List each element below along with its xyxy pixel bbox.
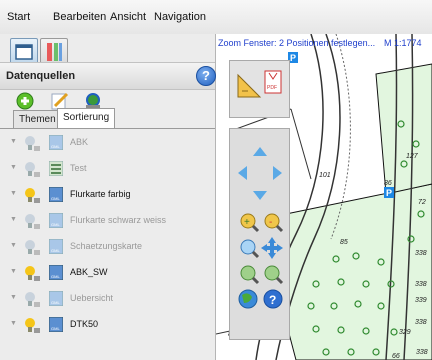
expand-icon[interactable]: ▼ (10, 164, 17, 171)
layer-row[interactable]: ▼ Test (0, 158, 215, 180)
parcel-label: 66 (392, 353, 400, 360)
zoom-next-icon[interactable] (264, 265, 284, 285)
expand-icon[interactable]: ▼ (10, 216, 17, 223)
svg-text:?: ? (269, 293, 276, 307)
layer-label: Test (70, 163, 87, 173)
pan-up-icon[interactable] (253, 147, 267, 156)
zoom-in-icon[interactable]: + (240, 213, 260, 233)
layer-row[interactable]: ▼ GML Uebersicht (0, 288, 215, 310)
gml-icon: GML (49, 239, 63, 254)
pan-move-icon[interactable] (261, 237, 283, 259)
menu-bearbeiten[interactable]: Bearbeiten (53, 11, 106, 23)
layer-row[interactable]: ▼ GML Flurkarte schwarz weiss (0, 210, 215, 232)
measure-icon[interactable] (237, 73, 262, 98)
lightbulb-icon[interactable] (22, 290, 40, 308)
zoom-out-icon[interactable]: - (264, 213, 284, 233)
lightbulb-icon[interactable] (22, 160, 40, 178)
menu-navigation[interactable]: Navigation (154, 11, 206, 23)
svg-text:PDF: PDF (267, 85, 277, 91)
svg-text:GML: GML (51, 248, 60, 253)
tab-themen[interactable]: Themen (13, 110, 62, 128)
layer-row[interactable]: ▼ GML ABK_SW (0, 262, 215, 284)
pan-right-icon[interactable] (273, 166, 282, 180)
add-icon[interactable] (16, 92, 34, 110)
zoom-previous-icon[interactable] (240, 265, 260, 285)
parcel-label: 329 (399, 329, 411, 336)
lightbulb-icon[interactable] (22, 134, 40, 152)
svg-text:+: + (244, 217, 250, 228)
zoom-window-icon[interactable] (240, 239, 260, 259)
svg-text:GML: GML (51, 144, 60, 149)
lightbulb-on-icon[interactable] (22, 264, 40, 282)
svg-text:GML: GML (51, 274, 60, 279)
layer-row[interactable]: ▼ GML ABK (0, 132, 215, 154)
menu-start[interactable]: Start (7, 11, 30, 23)
parcel-label: 101 (319, 172, 331, 179)
gml-icon: GML (49, 213, 63, 228)
lightbulb-icon[interactable] (22, 238, 40, 256)
panel-title: Datenquellen (6, 70, 76, 82)
tab-divider (0, 128, 215, 129)
parcel-label: 339 (415, 297, 427, 304)
navigation-panel: + - ? (229, 128, 290, 340)
parcel-label: 338 (415, 250, 427, 257)
parcel-label: 85 (340, 239, 348, 246)
help-icon[interactable]: ? (263, 289, 283, 309)
tab-sortierung[interactable]: Sortierung (57, 108, 116, 129)
expand-icon[interactable]: ▼ (10, 320, 17, 327)
expand-icon[interactable]: ▼ (10, 268, 17, 275)
svg-text:GML: GML (51, 196, 60, 201)
parking-icon: P (384, 187, 394, 198)
gml-icon: GML (49, 317, 63, 332)
expand-icon[interactable]: ▼ (10, 138, 17, 145)
layer-label: Schaetzungskarte (70, 241, 143, 251)
layer-row[interactable]: ▼ GML Schaetzungskarte (0, 236, 215, 258)
layer-row[interactable]: ▼ GML DTK50 (0, 314, 215, 336)
parcel-label: 338 (415, 319, 427, 326)
gml-icon: GML (49, 291, 63, 306)
svg-text:P: P (386, 188, 392, 198)
expand-icon[interactable]: ▼ (10, 190, 17, 197)
parcel-label: 338 (415, 281, 427, 288)
expand-icon[interactable]: ▼ (10, 294, 17, 301)
svg-text:-: - (269, 217, 272, 228)
globe-icon[interactable] (86, 93, 100, 108)
layer-label: Flurkarte farbig (70, 189, 131, 199)
gml-icon: GML (49, 187, 63, 202)
svg-text:GML: GML (51, 222, 60, 227)
pan-down-icon[interactable] (253, 191, 267, 200)
edit-icon[interactable] (51, 92, 69, 110)
layer-label: Uebersicht (70, 293, 114, 303)
parcel-label: 86 (384, 180, 392, 187)
lightbulb-icon[interactable] (22, 212, 40, 230)
layer-label: ABK_SW (70, 267, 108, 277)
export-panel: PDF (229, 60, 290, 118)
map-scale: M 1:1774 (384, 38, 422, 48)
parcel-label: 127 (406, 153, 419, 160)
gml-icon: GML (49, 135, 63, 150)
svg-text:GML: GML (51, 300, 60, 305)
lightbulb-on-icon[interactable] (22, 186, 40, 204)
lightbulb-on-icon[interactable] (22, 316, 40, 334)
menu-bar: Start Bearbeiten Ansicht Navigation (0, 0, 432, 35)
layer-label: DTK50 (70, 319, 99, 329)
layer-row[interactable]: ▼ GML Flurkarte farbig (0, 184, 215, 206)
gml-icon: GML (49, 265, 63, 280)
menu-ansicht[interactable]: Ansicht (110, 11, 146, 23)
parcel-label: 72 (418, 199, 426, 206)
pan-left-icon[interactable] (238, 166, 247, 180)
layer-label: ABK (70, 137, 89, 147)
svg-text:GML: GML (51, 326, 60, 331)
sidebar: Datenquellen ? Themen Sortierung ▼ GML A… (0, 34, 216, 360)
help-icon[interactable]: ? (196, 66, 216, 86)
table-icon (49, 161, 63, 176)
layer-label: Flurkarte schwarz weiss (70, 215, 167, 225)
parcel-label: 338 (416, 349, 428, 356)
map-status-text: Zoom Fenster: 2 Positionen festlegen... (218, 38, 376, 48)
expand-icon[interactable]: ▼ (10, 242, 17, 249)
datasources-header: Datenquellen ? (0, 62, 216, 90)
pdf-icon[interactable]: PDF (264, 70, 282, 94)
globe-icon[interactable] (238, 289, 258, 309)
